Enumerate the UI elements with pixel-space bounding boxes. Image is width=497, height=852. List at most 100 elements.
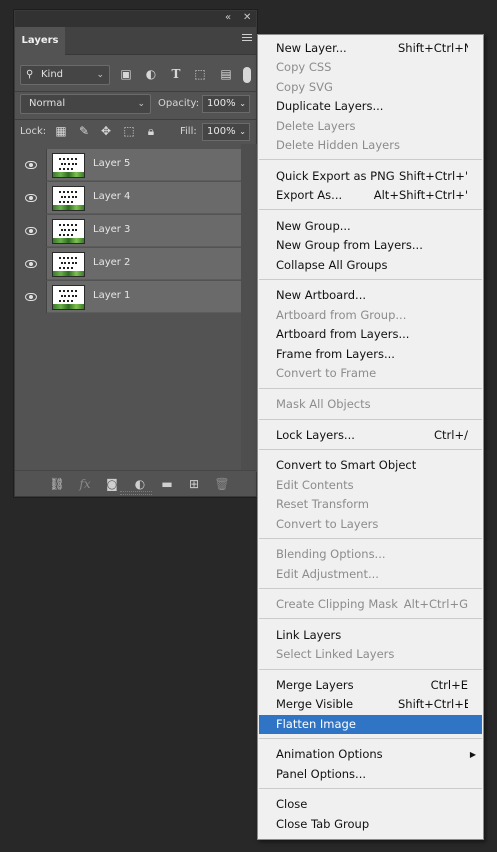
- double-chevron-icon[interactable]: «: [225, 12, 231, 23]
- menu-item-quick-export-png[interactable]: Quick Export as PNG Shift+Ctrl+': [259, 167, 482, 186]
- divider: [15, 119, 256, 120]
- add-mask-icon[interactable]: ◙: [104, 476, 120, 492]
- menu-item-new-layer[interactable]: New Layer... Shift+Ctrl+N: [259, 39, 482, 58]
- menu-separator: [259, 159, 482, 160]
- layer-row[interactable]: Layer 5: [15, 149, 241, 181]
- tab-layers[interactable]: Layers: [15, 27, 65, 56]
- menu-item-mask-all-objects[interactable]: Mask All Objects: [259, 395, 482, 414]
- layers-panel-menu: New Layer... Shift+Ctrl+N Copy CSS Copy S…: [257, 34, 484, 840]
- menu-separator: [259, 618, 482, 619]
- menu-item-convert-to-frame[interactable]: Convert to Frame: [259, 364, 482, 383]
- menu-separator: [259, 209, 482, 210]
- lock-all-icon[interactable]: 🔒︎: [143, 123, 159, 139]
- opacity-field[interactable]: 100% ⌄: [202, 95, 250, 113]
- type-filter-icon[interactable]: T: [167, 65, 185, 83]
- eye-icon: [25, 260, 37, 268]
- new-group-icon[interactable]: ▬: [159, 476, 175, 492]
- layer-name[interactable]: Layer 1: [93, 290, 130, 301]
- menu-item-flatten-image[interactable]: Flatten Image: [259, 715, 482, 734]
- smart-object-filter-icon[interactable]: ▤: [217, 65, 235, 83]
- lock-image-pixels-icon[interactable]: ✎: [76, 123, 92, 139]
- menu-item-convert-to-layers[interactable]: Convert to Layers: [259, 515, 482, 534]
- menu-item-lock-layers[interactable]: Lock Layers... Ctrl+/: [259, 426, 482, 445]
- menu-item-merge-layers[interactable]: Merge Layers Ctrl+E: [259, 676, 482, 695]
- filter-kind-dropdown[interactable]: ⚲ Kind ⌄: [20, 65, 110, 85]
- lock-position-icon[interactable]: ✥: [98, 123, 114, 139]
- layer-row[interactable]: Layer 2: [15, 248, 241, 280]
- visibility-toggle[interactable]: [15, 182, 47, 214]
- adjustment-layer-icon[interactable]: ◐: [132, 476, 148, 492]
- filter-toggle-icon[interactable]: [243, 67, 251, 83]
- panel-tab-strip: Layers: [15, 27, 256, 56]
- menu-item-new-artboard[interactable]: New Artboard...: [259, 286, 482, 305]
- link-layers-icon[interactable]: ⛓︎: [49, 476, 65, 492]
- menu-item-export-as[interactable]: Export As... Alt+Shift+Ctrl+': [259, 186, 482, 205]
- panel-menu-icon[interactable]: [242, 34, 252, 44]
- menu-item-select-linked-layers[interactable]: Select Linked Layers: [259, 645, 482, 664]
- image-filter-icon[interactable]: ▣: [117, 65, 135, 83]
- lock-label: Lock:: [20, 126, 47, 137]
- layer-row[interactable]: Layer 4: [15, 182, 241, 214]
- menu-item-merge-visible[interactable]: Merge Visible Shift+Ctrl+E: [259, 695, 482, 714]
- menu-item-panel-options[interactable]: Panel Options...: [259, 765, 482, 784]
- menu-item-close-tab-group[interactable]: Close Tab Group: [259, 815, 482, 834]
- menu-item-new-group-from-layers[interactable]: New Group from Layers...: [259, 236, 482, 255]
- visibility-toggle[interactable]: [15, 281, 47, 313]
- blend-row: Normal ⌄ Opacity: 100% ⌄: [15, 94, 256, 114]
- eye-icon: [25, 293, 37, 301]
- panel-bottom-bar: ⛓︎ fx ◙ ◐ ▬ ⊞ 🗑︎: [15, 470, 256, 496]
- menu-item-delete-layers[interactable]: Delete Layers: [259, 117, 482, 136]
- menu-item-link-layers[interactable]: Link Layers: [259, 626, 482, 645]
- menu-item-artboard-from-group[interactable]: Artboard from Group...: [259, 306, 482, 325]
- new-layer-icon[interactable]: ⊞: [186, 476, 202, 492]
- menu-item-edit-contents[interactable]: Edit Contents: [259, 476, 482, 495]
- layer-name[interactable]: Layer 3: [93, 224, 130, 235]
- menu-item-artboard-from-layers[interactable]: Artboard from Layers...: [259, 325, 482, 344]
- visibility-toggle[interactable]: [15, 149, 47, 181]
- layer-thumbnail: [52, 219, 85, 244]
- adjustment-filter-icon[interactable]: ◐: [142, 65, 160, 83]
- delete-layer-icon[interactable]: 🗑︎: [214, 476, 230, 492]
- lock-artboard-icon[interactable]: ⬚: [121, 123, 137, 139]
- shape-filter-icon[interactable]: ⬚: [191, 65, 209, 83]
- menu-item-close[interactable]: Close: [259, 795, 482, 814]
- menu-item-reset-transform[interactable]: Reset Transform: [259, 495, 482, 514]
- fx-icon[interactable]: fx: [77, 476, 93, 492]
- layer-name[interactable]: Layer 2: [93, 257, 130, 268]
- menu-separator: [259, 279, 482, 280]
- menu-item-frame-from-layers[interactable]: Frame from Layers...: [259, 345, 482, 364]
- blend-mode-dropdown[interactable]: Normal ⌄: [20, 94, 151, 114]
- menu-separator: [259, 669, 482, 670]
- visibility-toggle[interactable]: [15, 215, 47, 247]
- menu-item-new-group[interactable]: New Group...: [259, 217, 482, 236]
- menu-item-edit-adjustment[interactable]: Edit Adjustment...: [259, 565, 482, 584]
- layer-row[interactable]: Layer 1: [15, 281, 241, 313]
- menu-item-delete-hidden-layers[interactable]: Delete Hidden Layers: [259, 136, 482, 155]
- menu-item-convert-to-smart-object[interactable]: Convert to Smart Object: [259, 456, 482, 475]
- menu-item-animation-options[interactable]: Animation Options ▶: [259, 745, 482, 764]
- chevron-down-icon: ⌄: [96, 70, 104, 80]
- layer-name[interactable]: Layer 5: [93, 158, 130, 169]
- chevron-down-icon: ⌄: [239, 127, 246, 136]
- blend-mode-label: Normal: [29, 98, 66, 109]
- menu-item-blending-options[interactable]: Blending Options...: [259, 545, 482, 564]
- visibility-toggle[interactable]: [15, 248, 47, 280]
- menu-item-create-clipping-mask[interactable]: Create Clipping Mask Alt+Ctrl+G: [259, 595, 482, 614]
- fill-field[interactable]: 100% ⌄: [202, 123, 250, 141]
- search-icon: ⚲: [26, 69, 34, 80]
- lock-transparent-pixels-icon[interactable]: ▦: [53, 123, 69, 139]
- menu-separator: [259, 788, 482, 789]
- menu-item-copy-css[interactable]: Copy CSS: [259, 58, 482, 77]
- layer-row[interactable]: Layer 3: [15, 215, 241, 247]
- menu-separator: [259, 388, 482, 389]
- eye-icon: [25, 227, 37, 235]
- close-icon[interactable]: ✕: [243, 12, 251, 23]
- layers-scrollbar[interactable]: [241, 144, 258, 472]
- menu-item-duplicate-layers[interactable]: Duplicate Layers...: [259, 97, 482, 116]
- menu-item-copy-svg[interactable]: Copy SVG: [259, 78, 482, 97]
- layer-name[interactable]: Layer 4: [93, 191, 130, 202]
- resize-grip[interactable]: [120, 491, 152, 495]
- fill-value: 100%: [207, 126, 236, 137]
- layers-panel: « ✕ Layers ⚲ Kind ⌄ ▣ ◐ T ⬚ ▤ Normal ⌄ O…: [14, 10, 258, 497]
- menu-item-collapse-all-groups[interactable]: Collapse All Groups: [259, 256, 482, 275]
